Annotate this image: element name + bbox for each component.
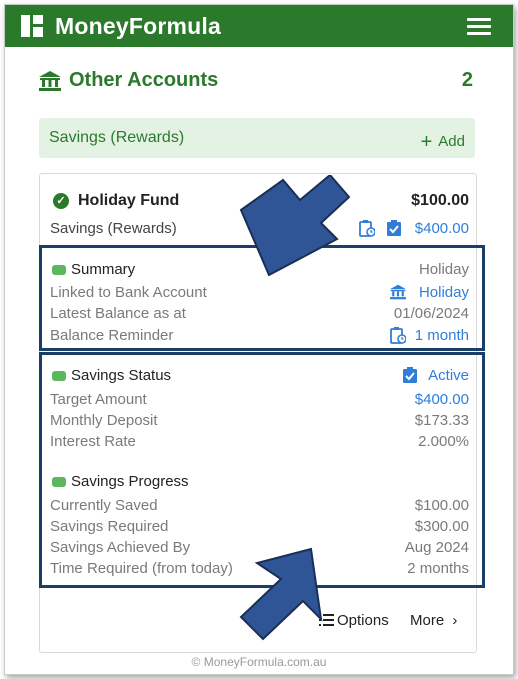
add-label: Add bbox=[438, 133, 465, 150]
account-target: $400.00 bbox=[414, 220, 469, 237]
hamburger-menu-icon[interactable] bbox=[467, 18, 491, 36]
app-frame: MoneyFormula Other Accounts 2 Savings (R… bbox=[4, 4, 514, 675]
account-category: Savings (Rewards) bbox=[50, 220, 177, 237]
options-label: Options bbox=[337, 612, 389, 629]
arrow-up-right-icon bbox=[239, 547, 323, 641]
more-button[interactable]: More › bbox=[410, 612, 457, 629]
add-button[interactable]: + Add bbox=[421, 131, 465, 154]
app-bar: MoneyFormula bbox=[5, 5, 513, 47]
chevron-right-icon: › bbox=[452, 612, 458, 629]
clipboard-clock-icon[interactable] bbox=[359, 219, 375, 237]
clipboard-check-icon bbox=[387, 220, 401, 236]
arrow-down-left-icon bbox=[239, 175, 351, 277]
section-title: Other Accounts bbox=[69, 69, 219, 91]
logo-icon bbox=[21, 15, 43, 37]
account-amount: $100.00 bbox=[411, 192, 469, 209]
check-circle-icon: ✓ bbox=[53, 193, 69, 209]
more-label: More bbox=[410, 612, 445, 629]
section-header: Other Accounts 2 bbox=[39, 67, 473, 97]
section-count: 2 bbox=[461, 69, 473, 91]
bank-icon bbox=[39, 71, 61, 91]
category-bar: Savings (Rewards) + Add bbox=[39, 118, 475, 158]
app-title: MoneyFormula bbox=[55, 13, 221, 39]
category-label: Savings (Rewards) bbox=[49, 129, 185, 146]
account-name[interactable]: Holiday Fund bbox=[78, 192, 179, 210]
footer-copyright: © MoneyFormula.com.au bbox=[191, 655, 327, 669]
plus-icon: + bbox=[420, 131, 433, 153]
